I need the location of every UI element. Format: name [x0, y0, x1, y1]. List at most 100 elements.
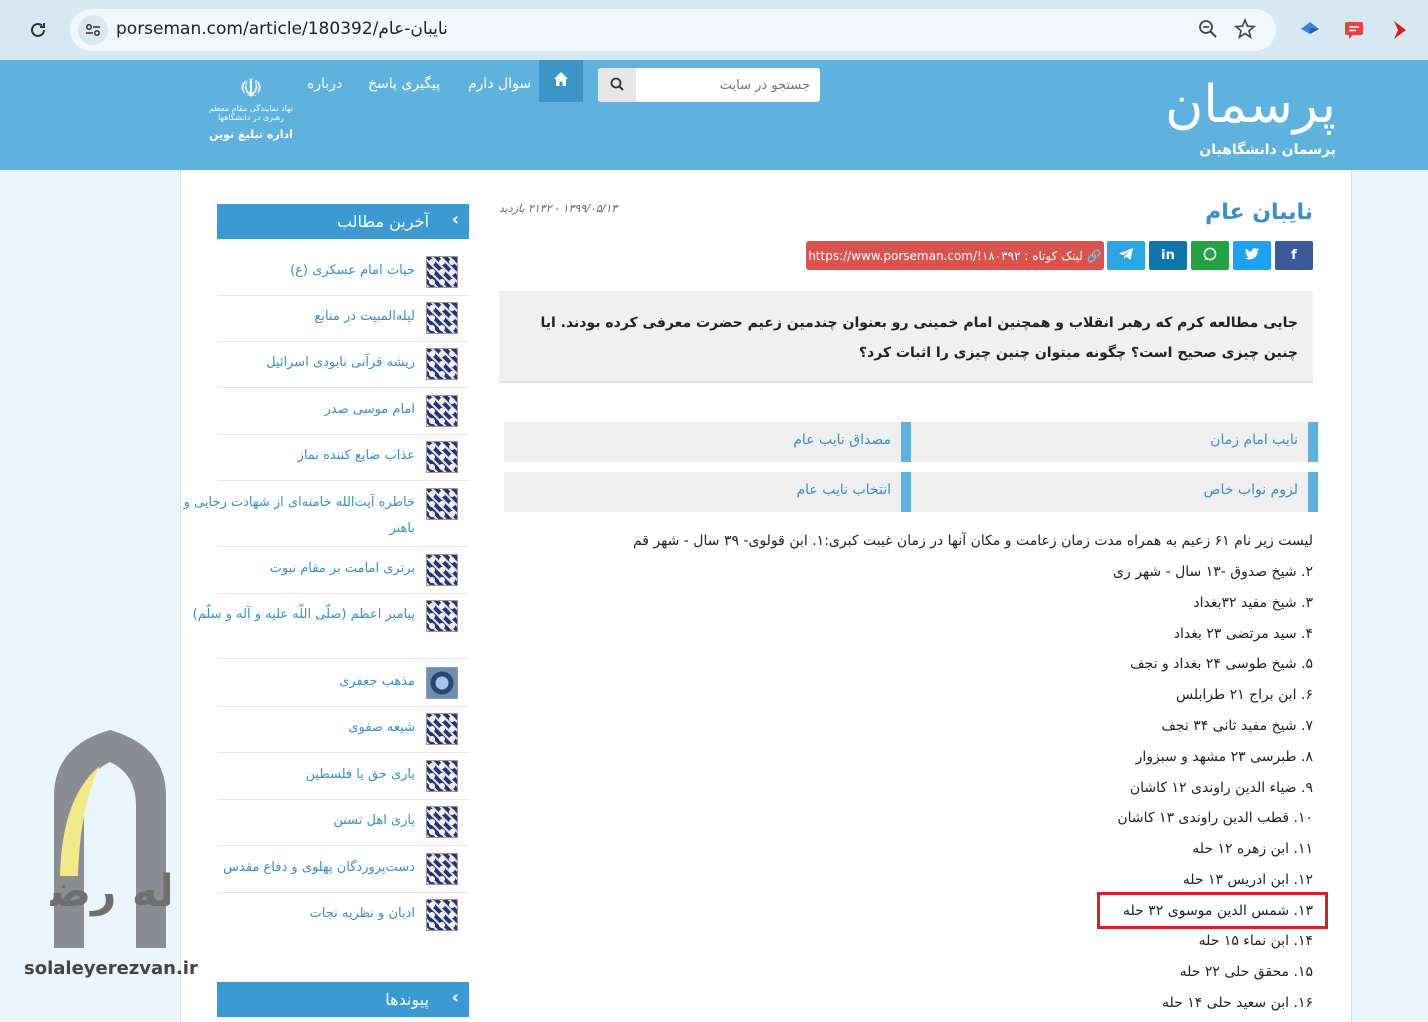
- list-item: لیست زیر نام ۶۱ زعیم به همراه مدت زمان ز…: [632, 533, 1313, 549]
- zoom-icon[interactable]: [1198, 19, 1218, 43]
- sidebar-item-label[interactable]: یاری حق یا فلسطین: [163, 762, 415, 788]
- search-button[interactable]: [598, 68, 636, 102]
- site-logo[interactable]: پرسمان: [1165, 70, 1336, 140]
- post-thumbnail[interactable]: [426, 554, 458, 586]
- divider: [217, 434, 469, 435]
- sidebar-item-label[interactable]: برتری امامت بر مقام نبوت: [163, 556, 415, 582]
- extension-icon-1[interactable]: [1298, 18, 1322, 42]
- sidebar-item[interactable]: دست‌پروردگان پهلوی و دفاع مقدس: [217, 853, 469, 887]
- extension-icon-2[interactable]: [1342, 18, 1366, 42]
- sidebar-item[interactable]: شیعه صفوی: [217, 713, 469, 747]
- divider: [217, 706, 469, 707]
- sidebar-item-label[interactable]: یاری اهل تسنن: [163, 808, 415, 834]
- list-item: ۷. شیخ مفید ثانی ۳۴ نجف: [1161, 718, 1313, 734]
- list-item: ۲. شیخ صدوق -۱۳ سال - شهر ری: [1113, 564, 1313, 580]
- share-linkedin-button[interactable]: in: [1149, 241, 1187, 270]
- post-thumbnail[interactable]: [426, 760, 458, 792]
- post-thumbnail[interactable]: [426, 713, 458, 745]
- post-thumbnail[interactable]: [426, 348, 458, 380]
- tag-label: انتخاب نایب عام: [796, 482, 892, 498]
- watermark-site: solaleyerezvan.ir: [24, 958, 198, 979]
- sidebar-item-label[interactable]: ادیان و نظریه نجات: [163, 901, 415, 927]
- sidebar-item-label[interactable]: ریشه قرآنی نابودی اسرائیل: [163, 350, 415, 376]
- extension-icon-3[interactable]: [1386, 18, 1410, 42]
- sidebar-item-label[interactable]: حیات امام عسکری (ع): [163, 258, 415, 284]
- share-telegram-button[interactable]: [1107, 241, 1145, 270]
- latest-posts-header[interactable]: ‹ آخرین مطالب: [217, 204, 469, 239]
- sidebar-item[interactable]: پیامبر اعظم (صلّی اللّه علیه و آله و سلّ…: [193, 600, 469, 654]
- sidebar-item-label[interactable]: دست‌پروردگان پهلوی و دفاع مقدس: [163, 855, 415, 881]
- sidebar-item-label[interactable]: لیله‌المبیت در منابع: [163, 304, 415, 330]
- list-item: ۶. ابن براج ۲۱ طرابلس: [1176, 687, 1313, 703]
- list-item: ۱۵. محقق حلی ۲۲ حله: [1179, 964, 1313, 980]
- sidebar-item-label[interactable]: عذاب ضایع کننده نماز: [163, 443, 415, 469]
- divider: [217, 295, 469, 296]
- divider: [217, 845, 469, 846]
- sidebar-item[interactable]: یاری حق یا فلسطین: [217, 760, 469, 794]
- sidebar-item-label[interactable]: خاطره آیت‌الله خامنه‌ای از شهادت رجایی و…: [163, 490, 415, 542]
- sidebar-item[interactable]: یاری اهل تسنن: [217, 806, 469, 840]
- list-item: ۱۱. ابن زهره ۱۲ حله: [1192, 841, 1313, 857]
- tag-mesdagh-nayeb-aam[interactable]: مصداق نایب عام: [504, 422, 911, 462]
- article-title: نایبان عام: [1205, 200, 1313, 225]
- question-box: جایی مطالعه کرم که رهبر انقلاب و همچنین …: [499, 291, 1313, 383]
- link-icon: 🔗: [1086, 248, 1102, 263]
- browser-toolbar: porseman.com/article/180392/نایبان-عام: [0, 0, 1428, 60]
- sidebar-item[interactable]: مذهب جعفری: [217, 667, 469, 701]
- tag-label: نایب امام زمان: [1210, 432, 1298, 448]
- post-thumbnail[interactable]: [426, 395, 458, 427]
- sidebar-item-label[interactable]: مذهب جعفری: [163, 669, 415, 695]
- post-thumbnail[interactable]: [426, 667, 458, 699]
- svg-text:سلاله رضوان: سلاله رضوان: [50, 866, 170, 917]
- sidebar-item[interactable]: خاطره آیت‌الله خامنه‌ای از شهادت رجایی و…: [184, 488, 469, 542]
- links-header[interactable]: ‹ پیوندها: [217, 982, 469, 1017]
- sidebar-item[interactable]: عذاب ضایع کننده نماز: [217, 441, 469, 475]
- share-facebook-button[interactable]: f: [1275, 241, 1313, 270]
- tag-entekhab-nayeb-aam[interactable]: انتخاب نایب عام: [504, 472, 911, 512]
- list-item: ۴. سید مرتضی ۲۳ بغداد: [1173, 626, 1313, 642]
- emblem-icon: ☫: [239, 74, 263, 104]
- bookmark-star-icon[interactable]: [1233, 17, 1257, 44]
- divider: [217, 892, 469, 893]
- post-thumbnail[interactable]: [426, 302, 458, 334]
- url-text[interactable]: porseman.com/article/180392/نایبان-عام: [116, 19, 448, 39]
- nav-ask-question[interactable]: سوال دارم: [468, 76, 531, 92]
- telegram-icon: [1119, 247, 1133, 264]
- sidebar-item-label[interactable]: شیعه صفوی: [163, 715, 415, 741]
- reload-icon[interactable]: [24, 16, 52, 44]
- share-twitter-button[interactable]: [1233, 241, 1271, 270]
- site-settings-icon[interactable]: [78, 15, 108, 45]
- tag-lozoom-navvab-khas[interactable]: لزوم نواب خاص: [911, 472, 1318, 512]
- post-thumbnail[interactable]: [426, 899, 458, 931]
- list-item: ۹. ضیاء الدین راوندی ۱۲ کاشان: [1129, 780, 1313, 796]
- post-thumbnail[interactable]: [426, 441, 458, 473]
- address-bar[interactable]: porseman.com/article/180392/نایبان-عام: [70, 9, 1276, 51]
- nav-about[interactable]: درباره: [307, 76, 342, 92]
- nav-track-answer[interactable]: پیگیری پاسخ: [368, 76, 440, 92]
- home-button[interactable]: [539, 60, 583, 102]
- post-thumbnail[interactable]: [426, 600, 458, 632]
- sidebar-item[interactable]: ادیان و نظریه نجات: [217, 899, 469, 933]
- divider: [217, 752, 469, 753]
- tag-nayeb-imam-zaman[interactable]: نایب امام زمان: [911, 422, 1318, 462]
- home-icon: [553, 71, 569, 91]
- sidebar-item[interactable]: ریشه قرآنی نابودی اسرائیل: [217, 348, 469, 382]
- post-thumbnail[interactable]: [426, 488, 458, 520]
- sidebar-item[interactable]: حیات امام عسکری (ع): [217, 256, 469, 290]
- post-thumbnail[interactable]: [426, 256, 458, 288]
- watermark-logo: سلاله رضوان: [0, 726, 252, 948]
- sidebar-item-label[interactable]: پیامبر اعظم (صلّی اللّه علیه و آله و سلّ…: [163, 602, 415, 628]
- sidebar-item[interactable]: برتری امامت بر مقام نبوت: [217, 554, 469, 588]
- org-logo[interactable]: ☫ نهاد نمایندگی مقام معظم رهبری در دانشگ…: [208, 74, 294, 141]
- divider: [217, 546, 469, 547]
- divider: [217, 387, 469, 388]
- search-input[interactable]: [638, 68, 810, 102]
- post-thumbnail[interactable]: [426, 806, 458, 838]
- share-whatsapp-button[interactable]: [1191, 241, 1229, 270]
- short-link-button[interactable]: 🔗 لینک کوتاه : https://www.porseman.com/…: [806, 241, 1104, 270]
- sidebar-item-label[interactable]: امام موسی صدر: [163, 397, 415, 423]
- sidebar-item[interactable]: لیله‌المبیت در منابع: [217, 302, 469, 336]
- tag-label: مصداق نایب عام: [793, 432, 891, 448]
- sidebar-item[interactable]: امام موسی صدر: [217, 395, 469, 429]
- post-thumbnail[interactable]: [426, 853, 458, 885]
